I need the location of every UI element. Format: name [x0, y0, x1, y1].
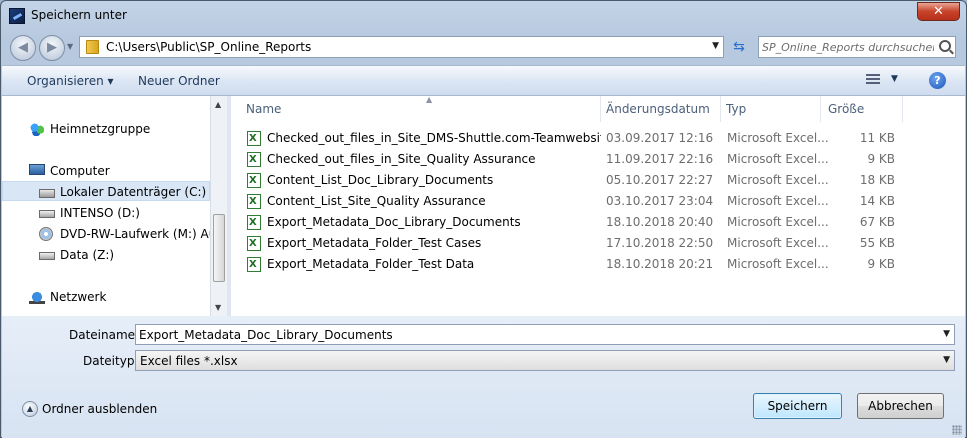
close-button[interactable]: ✕ — [917, 2, 960, 21]
dvd-drive-icon — [39, 227, 53, 241]
chevron-down-icon[interactable]: ▼ — [712, 41, 719, 51]
help-icon[interactable]: ? — [929, 72, 946, 89]
collapse-up-icon[interactable]: ▲ — [22, 401, 38, 417]
network-icon — [29, 290, 45, 304]
excel-file-icon — [247, 152, 261, 167]
hide-folders-link[interactable]: Ordner ausblenden — [42, 402, 157, 416]
scroll-up-icon[interactable]: ▲ — [215, 100, 221, 109]
computer-icon — [29, 164, 45, 175]
file-row[interactable]: Content_List_Site_Quality Assurance 03.1… — [243, 191, 895, 212]
excel-file-icon — [247, 173, 261, 188]
filename-input[interactable] — [139, 326, 934, 343]
file-row[interactable]: Content_List_Doc_Library_Documents 05.10… — [243, 170, 895, 191]
arrow-right-icon: ▶ — [47, 40, 57, 55]
homegroup-icon — [29, 122, 45, 136]
system-drive-icon — [39, 189, 55, 198]
resize-grip-icon[interactable] — [952, 425, 962, 435]
file-row[interactable]: Export_Metadata_Folder_Test Cases 17.10.… — [243, 233, 895, 254]
network-drive-icon — [39, 252, 55, 260]
search-icon[interactable] — [939, 40, 951, 52]
file-row[interactable]: Export_Metadata_Folder_Test Data 18.10.2… — [243, 254, 895, 275]
file-row[interactable]: Export_Metadata_Doc_Library_Documents 18… — [243, 212, 895, 233]
view-list-icon[interactable] — [866, 74, 880, 86]
nav-item-computer[interactable]: Computer — [2, 161, 210, 181]
filename-label: Dateiname: — [69, 328, 140, 342]
forward-button[interactable]: ▶ — [39, 35, 65, 61]
save-as-dialog: Speichern unter ✕ ◀ ▶ ▼ C:\Users\Public\… — [0, 0, 967, 438]
scrollbar-thumb[interactable] — [213, 214, 225, 282]
address-path[interactable]: C:\Users\Public\SP_Online_Reports — [106, 40, 311, 54]
folder-icon — [86, 40, 99, 54]
excel-file-icon — [247, 257, 261, 272]
nav-item-network[interactable]: Netzwerk — [2, 287, 210, 307]
chevron-down-icon[interactable]: ▼ — [943, 329, 950, 339]
excel-file-icon — [247, 194, 261, 209]
file-list: Name ▲ Änderungsdatum Typ Größe Checked_… — [231, 95, 965, 316]
refresh-button[interactable]: ⇆ — [727, 36, 751, 58]
nav-item-intenso-d[interactable]: INTENSO (D:) — [2, 203, 210, 223]
drive-icon — [39, 210, 55, 218]
new-folder-button[interactable]: Neuer Ordner — [138, 74, 220, 88]
app-icon — [9, 8, 25, 24]
nav-item-dvd-m[interactable]: DVD-RW-Laufwerk (M:) Aud — [2, 224, 210, 244]
search-box[interactable] — [758, 36, 956, 58]
recent-locations-dropdown[interactable]: ▼ — [67, 42, 73, 51]
column-header-size[interactable]: Größe — [823, 96, 903, 122]
save-button[interactable]: Speichern — [753, 393, 842, 419]
command-bar: Organisieren ▾ Neuer Ordner ▼ ? — [2, 65, 965, 96]
column-header-date[interactable]: Änderungsdatum — [601, 96, 721, 122]
title-bar[interactable]: Speichern unter ✕ — [1, 1, 966, 29]
navigation-pane: Heimnetzgruppe Computer Lokaler Datenträ… — [2, 96, 210, 316]
excel-file-icon — [247, 236, 261, 251]
window-title: Speichern unter — [31, 8, 127, 22]
excel-file-icon — [247, 215, 261, 230]
view-dropdown[interactable]: ▼ — [891, 74, 898, 84]
scroll-down-icon[interactable]: ▼ — [215, 303, 221, 312]
refresh-icon: ⇆ — [733, 39, 745, 55]
search-input[interactable] — [762, 38, 934, 56]
sort-ascending-icon: ▲ — [426, 95, 433, 104]
cancel-button[interactable]: Abbrechen — [857, 393, 944, 419]
navigation-scrollbar[interactable]: ▲ ▼ — [210, 96, 227, 316]
filetype-value: Excel files *.xlsx — [140, 354, 238, 368]
column-header-type[interactable]: Typ — [721, 96, 821, 122]
save-options-panel: Dateiname: ▼ Dateityp: Excel files *.xls… — [2, 316, 965, 438]
filetype-select[interactable]: Excel files *.xlsx ▼ — [135, 350, 955, 371]
nav-item-local-disk-c[interactable]: Lokaler Datenträger (C:) — [2, 181, 210, 201]
chevron-down-icon[interactable]: ▼ — [943, 355, 950, 365]
filename-combobox[interactable]: ▼ — [135, 324, 955, 345]
nav-item-data-z[interactable]: Data (Z:) — [2, 245, 210, 265]
back-button[interactable]: ◀ — [10, 35, 36, 61]
address-bar[interactable]: C:\Users\Public\SP_Online_Reports ▼ — [79, 36, 724, 58]
file-row[interactable]: Checked_out_files_in_Site_DMS-Shuttle.co… — [243, 128, 895, 149]
organize-button[interactable]: Organisieren ▾ — [27, 74, 114, 88]
column-header-name[interactable]: Name ▲ — [241, 95, 601, 122]
nav-item-homegroup[interactable]: Heimnetzgruppe — [2, 119, 210, 139]
arrow-left-icon: ◀ — [18, 40, 28, 55]
file-row[interactable]: Checked_out_files_in_Site_Quality Assura… — [243, 149, 895, 170]
excel-file-icon — [247, 131, 261, 146]
filetype-label: Dateityp: — [83, 354, 139, 368]
